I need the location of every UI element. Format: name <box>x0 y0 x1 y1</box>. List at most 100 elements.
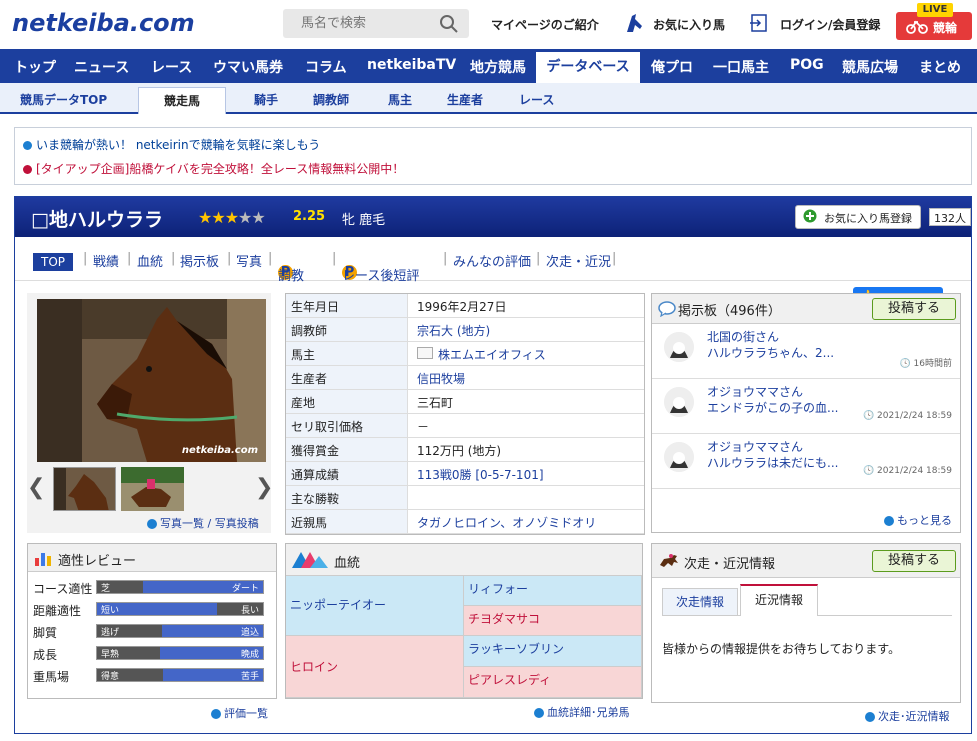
nav-race[interactable]: レース <box>151 57 192 77</box>
nav-keiba-hiroba[interactable]: 競馬広場 <box>842 57 898 77</box>
pedigree-dam-dam[interactable]: ピアレスレディ <box>464 667 642 698</box>
pedigree-sire-sire[interactable]: リィフォー <box>464 576 642 606</box>
search-box[interactable] <box>283 9 469 38</box>
profile-value[interactable]: 113戦0勝 [0-5-7-101] <box>417 466 544 483</box>
tab-recent-info[interactable]: 近況情報 <box>740 584 818 616</box>
subnav-race[interactable]: レース <box>519 91 554 108</box>
star-empty-icon: ★★ <box>238 208 266 227</box>
aptitude-review: 適性レビュー コース適性芝 ダート 距離適性 短い 長い 脚質 逃げ 追込 成長 早熟 晩成 重馬場 得… <box>27 543 277 699</box>
avatar <box>664 387 694 417</box>
nav-column[interactable]: コラム <box>305 57 347 77</box>
arrow-circle-icon <box>147 519 157 529</box>
live-badge: LIVE <box>917 3 953 17</box>
photo-thumbnail[interactable] <box>53 467 116 511</box>
keirin-live-button[interactable]: LIVE 競輪 <box>896 3 972 40</box>
subnav-jockey[interactable]: 騎手 <box>254 91 278 108</box>
nav-chiho-keiba[interactable]: 地方競馬 <box>470 57 526 77</box>
nav-matome[interactable]: まとめ <box>919 57 961 77</box>
board-more-link[interactable]: もっと見る <box>884 512 952 528</box>
notice-item[interactable]: [タイアップ企画]船橋ケイバを完全攻略！全レース情報無料公開中！ <box>23 160 404 177</box>
tab-next-info[interactable]: 次走情報 <box>662 588 738 616</box>
board-user[interactable]: オジョウママさん <box>707 438 803 455</box>
board-item[interactable]: オジョウママさん ハルウララは未だにも... 🕓 2021/2/24 18:59 <box>652 434 960 489</box>
add-favorite-button[interactable]: お気に入り馬登録 <box>795 205 921 229</box>
tab-pedigree[interactable]: 血統 <box>137 251 163 270</box>
nav-netkeibatv[interactable]: netkeibaTV <box>367 57 456 73</box>
nav-pog[interactable]: POG <box>790 57 824 73</box>
search-input[interactable] <box>283 9 433 38</box>
notice-link[interactable]: いま競輪が熱い！ netkeirinで競輪を気軽に楽しもう <box>36 138 320 152</box>
review-list-link[interactable]: 評価一覧 <box>211 705 268 721</box>
profile-value[interactable]: 信田牧場 <box>417 370 465 387</box>
subnav-breeder[interactable]: 生産者 <box>447 91 483 108</box>
plus-pin-icon <box>803 209 817 223</box>
site-logo[interactable]: netkeiba.com <box>12 9 195 37</box>
nav-database[interactable]: データベース <box>536 52 640 83</box>
tab-separator: | <box>127 251 132 266</box>
favorite-horse-link[interactable]: お気に入り馬 <box>653 16 725 33</box>
next-race-link[interactable]: 次走･近況情報 <box>865 708 950 724</box>
tab-next-race[interactable]: 次走・近況 <box>546 251 611 270</box>
pedigree-detail-link[interactable]: 血統詳細･兄弟馬 <box>534 704 630 720</box>
notice-link[interactable]: [タイアップ企画]船橋ケイバを完全攻略！全レース情報無料公開中！ <box>36 162 404 176</box>
subnav-data-top[interactable]: 競馬データTOP <box>20 91 107 108</box>
board-user[interactable]: オジョウママさん <box>707 383 803 400</box>
rating-stars: ★★★★★ <box>198 208 266 227</box>
aptitude-gauge: 早熟 晩成 <box>96 646 264 660</box>
pedigree-dam-sire[interactable]: ラッキーソブリン <box>464 636 642 667</box>
search-icon[interactable] <box>439 14 459 34</box>
pedigree-dam[interactable]: ヒロイン <box>286 636 464 698</box>
next-post-button[interactable]: 投稿する <box>872 550 956 572</box>
avatar <box>664 442 694 472</box>
avatar <box>664 332 694 362</box>
rating-score: 2.25 <box>293 209 326 224</box>
board-item[interactable]: オジョウママさん エンドラがこの子の血... 🕓 2021/2/24 18:59 <box>652 379 960 434</box>
arrow-circle-icon <box>884 516 894 526</box>
profile-value[interactable]: 宗石大 (地方) <box>417 322 490 339</box>
nav-hitokuchi[interactable]: 一口馬主 <box>713 57 769 77</box>
pedigree-logo-icon <box>292 552 328 568</box>
profile-row: 獲得賞金 112万円 (地方) <box>286 438 644 462</box>
tab-record[interactable]: 戦績 <box>93 251 119 270</box>
tab-separator: | <box>171 251 176 266</box>
gauge-right-label: 晩成 <box>240 650 259 660</box>
board-time-label: 2021/2/24 18:59 <box>877 411 952 421</box>
tab-board[interactable]: 掲示板 <box>180 251 219 270</box>
board-message[interactable]: ハルウララちゃん、2... <box>707 344 834 361</box>
nav-umai-baken[interactable]: ウマい馬券 <box>213 57 283 77</box>
photo-thumbnail[interactable] <box>121 467 184 511</box>
profile-value[interactable]: タガノヒロイン、オノゾミドオリ <box>417 514 596 531</box>
board-message[interactable]: エンドラがこの子の血... <box>707 399 838 416</box>
pedigree-sire[interactable]: ニッポーテイオー <box>286 576 464 636</box>
board-message[interactable]: ハルウララは未だにも... <box>707 454 838 471</box>
board-time-label: 2021/2/24 18:59 <box>877 466 952 476</box>
photo-links[interactable]: 写真一覧 / 写真投稿 <box>147 515 259 531</box>
gauge-left-label: 逃げ <box>101 628 120 638</box>
board-post-button[interactable]: 投稿する <box>872 298 956 320</box>
board-time: 🕓 2021/2/24 18:59 <box>863 466 952 476</box>
board-user[interactable]: 北国の街さん <box>707 328 779 345</box>
board-more-label: もっと見る <box>897 514 952 527</box>
profile-value[interactable]: 株エムエイオフィス <box>438 346 546 363</box>
nav-orepro[interactable]: 俺プロ <box>651 57 693 77</box>
board-item[interactable]: 北国の街さん ハルウララちゃん、2... 🕓 16時間前 <box>652 324 960 379</box>
pedigree-sire-dam[interactable]: チヨダマサコ <box>464 606 642 636</box>
tab-separator: | <box>536 251 541 266</box>
mypage-link[interactable]: マイページのご紹介 <box>491 16 599 33</box>
tab-photo[interactable]: 写真 <box>236 251 262 270</box>
review-title: 適性レビュー <box>58 554 137 569</box>
sex-color: 牝 鹿毛 <box>342 213 386 228</box>
nav-top[interactable]: トップ <box>14 57 56 77</box>
subnav-trainer[interactable]: 調教師 <box>313 91 349 108</box>
login-link[interactable]: ログイン/会員登録 <box>780 16 880 33</box>
tab-separator: | <box>443 251 448 266</box>
nav-news[interactable]: ニュース <box>74 57 129 77</box>
subnav-horse[interactable]: 競走馬 <box>138 87 226 114</box>
prev-photo-icon[interactable]: ❮ <box>27 475 45 500</box>
notice-item[interactable]: いま競輪が熱い！ netkeirinで競輪を気軽に楽しもう <box>23 136 320 153</box>
horse-photo[interactable]: netkeiba.com <box>37 299 266 462</box>
subnav-owner[interactable]: 馬主 <box>388 91 412 108</box>
tab-top[interactable]: TOP <box>33 253 74 271</box>
tab-everyone-rating[interactable]: みんなの評価 <box>453 251 531 270</box>
next-photo-icon[interactable]: ❯ <box>255 475 273 500</box>
